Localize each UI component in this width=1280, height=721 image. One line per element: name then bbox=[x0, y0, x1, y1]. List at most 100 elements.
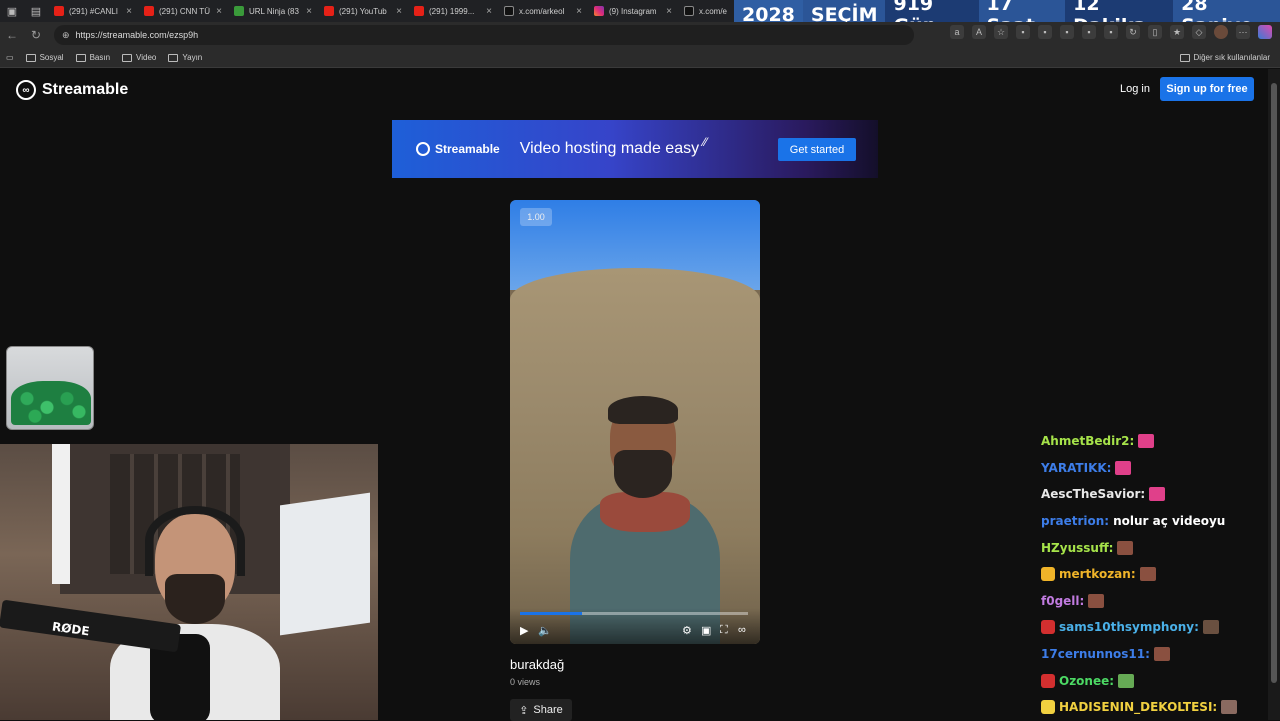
banner-logo: Streamable bbox=[416, 142, 500, 156]
browser-tab[interactable]: (291) 1999... × bbox=[408, 0, 498, 22]
extension-icon[interactable]: ▪ bbox=[1038, 25, 1052, 39]
tab-close-icon[interactable]: × bbox=[306, 6, 312, 17]
bookmark-folder[interactable]: Sosyal bbox=[25, 53, 64, 62]
playback-speed-badge[interactable]: 1.00 bbox=[520, 208, 552, 226]
green-favicon-icon bbox=[234, 6, 244, 16]
streamable-logo[interactable]: ∞ Streamable bbox=[16, 80, 128, 100]
scrollbar-thumb[interactable] bbox=[1271, 83, 1277, 683]
chat-emote-icon bbox=[1149, 487, 1166, 502]
chat-username: Ozonee: bbox=[1059, 673, 1115, 688]
chat-emote-icon bbox=[1139, 567, 1156, 582]
browser-tab[interactable]: x.com/arkeol × bbox=[498, 0, 588, 22]
chat-message: f0gell: bbox=[1041, 588, 1267, 615]
tab-label: (291) 1999... bbox=[429, 6, 475, 16]
volume-icon[interactable]: 🔈 bbox=[538, 624, 552, 637]
fullscreen-icon[interactable]: ⛶ bbox=[720, 624, 728, 637]
tab-close-icon[interactable]: × bbox=[126, 6, 132, 17]
chat-text: nolur aç videoyu bbox=[1113, 514, 1226, 529]
bookmarks-bar: ▭ Sosyal Basın Video Yayın Diğer sık kul… bbox=[0, 48, 1280, 68]
reload-icon[interactable]: ↻ bbox=[24, 28, 48, 42]
window-menu-icon[interactable]: ▣ bbox=[0, 0, 24, 22]
ig-favicon-icon bbox=[594, 6, 604, 16]
split-screen-icon[interactable]: ▯ bbox=[1148, 25, 1162, 39]
yt-favicon-icon bbox=[414, 6, 424, 16]
reading-list-icon[interactable]: ▭ bbox=[6, 53, 14, 62]
refresh-extension-icon[interactable]: ↻ bbox=[1126, 25, 1140, 39]
extension-icons: a A ☆ ▪ ▪ ▪ ▪ ▪ ↻ ▯ ★ ◇ ⋯ bbox=[950, 25, 1272, 39]
play-icon[interactable]: ▶ bbox=[520, 624, 528, 637]
read-aloud-icon[interactable]: A bbox=[972, 25, 986, 39]
favorites-icon[interactable]: ★ bbox=[1170, 25, 1184, 39]
browser-tab[interactable]: (291) #CANLI × bbox=[48, 0, 138, 22]
page-scrollbar[interactable] bbox=[1268, 69, 1280, 720]
browser-tab[interactable]: (9) Instagram × bbox=[588, 0, 678, 22]
tab-close-icon[interactable]: × bbox=[396, 6, 402, 17]
bookmark-folder[interactable]: Yayın bbox=[168, 53, 202, 62]
chat-emote-icon bbox=[1115, 460, 1132, 475]
chat-emote-icon bbox=[1221, 700, 1238, 715]
extension-icon[interactable]: ▪ bbox=[1104, 25, 1118, 39]
chat-message: sams10thsymphony: bbox=[1041, 614, 1267, 641]
chat-emote-icon bbox=[1153, 647, 1170, 662]
chat-message: YARATIKK: bbox=[1041, 455, 1267, 482]
browser-tab[interactable]: (291) CNN TÜ × bbox=[138, 0, 228, 22]
stream-chat-overlay: AhmetBedir2: YARATIKK: AescTheSavior: praet… bbox=[1041, 428, 1267, 721]
shield-icon[interactable]: ◇ bbox=[1192, 25, 1206, 39]
chat-username: mertkozan: bbox=[1059, 567, 1136, 582]
picture-in-picture-icon[interactable]: ▣ bbox=[701, 624, 711, 637]
chat-username: AescTheSavior: bbox=[1041, 487, 1146, 502]
chat-username: HZyussuff: bbox=[1041, 540, 1114, 555]
get-started-button[interactable]: Get started bbox=[778, 138, 856, 161]
chat-username: 17cernunnos11: bbox=[1041, 647, 1150, 662]
promo-banner[interactable]: Streamable Video hosting made easy ⁄⁄ Ge… bbox=[392, 120, 878, 178]
chat-message: HADISENIN_DEKOLTESI: bbox=[1041, 694, 1267, 721]
video-player[interactable]: 1.00 ▶ 🔈 ⚙ ▣ ⛶ ∞ bbox=[510, 200, 760, 644]
url-field[interactable]: ⊕ https://streamable.com/ezsp9h bbox=[54, 25, 914, 45]
tab-close-icon[interactable]: × bbox=[666, 6, 672, 17]
chat-username: HADISENIN_DEKOLTESI: bbox=[1059, 700, 1218, 715]
sugar-jar-overlay bbox=[6, 346, 94, 430]
streamer-webcam: RØDE bbox=[0, 444, 378, 720]
tab-close-icon[interactable]: × bbox=[576, 6, 582, 17]
chat-message: 17cernunnos11: bbox=[1041, 641, 1267, 668]
profile-avatar-icon[interactable] bbox=[1214, 25, 1228, 39]
browser-tab[interactable]: URL Ninja (83 × bbox=[228, 0, 318, 22]
share-button[interactable]: ⇪ Share bbox=[510, 699, 572, 721]
settings-gear-icon[interactable]: ⚙ bbox=[682, 624, 692, 637]
tab-label: x.com/arkeol bbox=[519, 6, 565, 16]
headset-icon bbox=[145, 506, 245, 576]
video-views: 0 views bbox=[510, 677, 541, 687]
tab-label: (9) Instagram bbox=[609, 6, 657, 16]
favorite-star-icon[interactable]: ☆ bbox=[994, 25, 1008, 39]
back-icon[interactable]: ← bbox=[0, 28, 24, 42]
tab-close-icon[interactable]: × bbox=[486, 6, 492, 17]
tab-close-icon[interactable]: × bbox=[216, 6, 222, 17]
extension-icon[interactable]: ▪ bbox=[1016, 25, 1030, 39]
chat-emote-icon bbox=[1202, 620, 1219, 635]
copilot-icon[interactable] bbox=[1258, 25, 1272, 39]
login-link[interactable]: Log in bbox=[1120, 83, 1150, 95]
chat-message: AhmetBedir2: bbox=[1041, 428, 1267, 455]
folder-icon bbox=[75, 53, 86, 62]
chat-emote-icon bbox=[1138, 434, 1155, 449]
tab-label: (291) YouTub bbox=[339, 6, 387, 16]
other-bookmarks[interactable]: Diğer sık kullanılanlar bbox=[1179, 53, 1270, 62]
banner-tagline: Video hosting made easy bbox=[519, 140, 700, 157]
yt-favicon-icon bbox=[144, 6, 154, 16]
folder-icon bbox=[168, 53, 179, 62]
bookmark-folder[interactable]: Basın bbox=[75, 53, 110, 62]
video-title: burakdağ bbox=[510, 657, 565, 672]
streamable-player-logo-icon[interactable]: ∞ bbox=[738, 624, 746, 636]
more-menu-icon[interactable]: ⋯ bbox=[1236, 25, 1250, 39]
extension-icon[interactable]: ▪ bbox=[1060, 25, 1074, 39]
tab-actions-icon[interactable]: ▤ bbox=[24, 0, 48, 22]
translate-icon[interactable]: a bbox=[950, 25, 964, 39]
video-progress-bar[interactable] bbox=[520, 612, 748, 615]
site-info-icon[interactable]: ⊕ bbox=[62, 30, 70, 41]
signup-button[interactable]: Sign up for free bbox=[1160, 77, 1254, 101]
extension-icon[interactable]: ▪ bbox=[1082, 25, 1096, 39]
browser-tab[interactable]: (291) YouTub × bbox=[318, 0, 408, 22]
chat-badge-icon bbox=[1041, 700, 1055, 715]
chat-username: praetrion: bbox=[1041, 514, 1110, 529]
bookmark-folder[interactable]: Video bbox=[122, 53, 156, 62]
